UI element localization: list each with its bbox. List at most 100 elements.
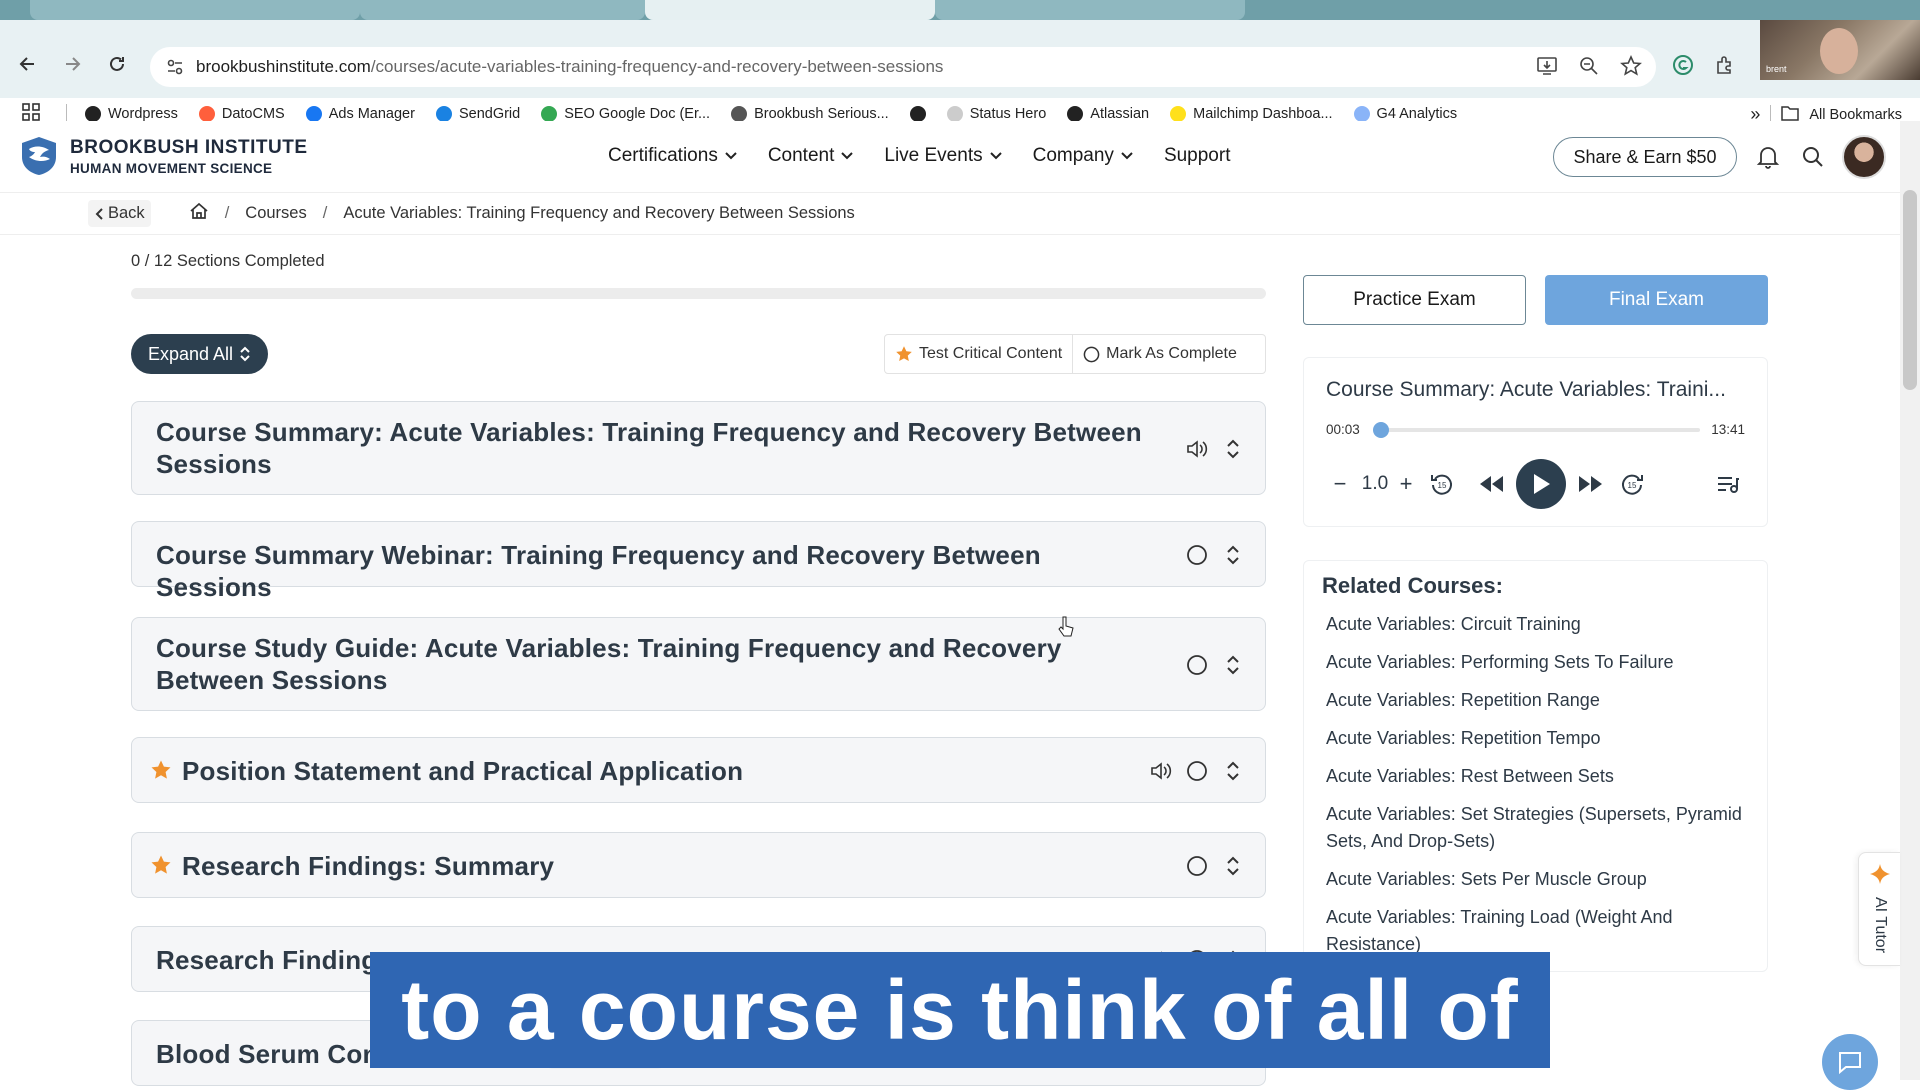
legend-complete-label: Mark As Complete <box>1106 345 1237 362</box>
bookmark-item[interactable] <box>909 106 926 122</box>
course-section[interactable]: Position Statement and Practical Applica… <box>131 737 1266 803</box>
audio-icon[interactable] <box>1185 437 1209 461</box>
ai-tutor-tab[interactable]: AI Tutor <box>1858 852 1900 966</box>
search-icon[interactable] <box>1799 143 1827 171</box>
related-course-link[interactable]: Acute Variables: Rest Between Sets <box>1326 763 1746 790</box>
browser-tab-active[interactable] <box>645 0 935 20</box>
bookmark-item[interactable]: DatoCMS <box>198 106 285 122</box>
bookmark-item[interactable]: Atlassian <box>1067 106 1149 122</box>
speed-decrease-button[interactable]: − <box>1330 471 1350 496</box>
site-settings-icon[interactable] <box>164 56 186 78</box>
ai-tutor-label: AI Tutor <box>1872 897 1889 954</box>
bell-icon[interactable] <box>1754 143 1782 171</box>
chevron-left-icon <box>95 207 103 220</box>
bookmark-item[interactable]: Brookbush Serious... <box>731 106 889 122</box>
legend-critical-label: Test Critical Content <box>919 345 1063 362</box>
video-caption: to a course is think of all of <box>370 952 1550 1068</box>
chevron-up-down-icon[interactable] <box>1221 437 1245 461</box>
course-section[interactable]: Course Summary Webinar: Training Frequen… <box>131 521 1266 602</box>
section-title: Course Summary Webinar: Training Frequen… <box>156 539 1156 603</box>
bookmark-item[interactable]: Status Hero <box>946 106 1046 122</box>
zoom-icon[interactable] <box>1578 55 1600 82</box>
mark-complete-circle-icon[interactable] <box>1185 854 1209 878</box>
nav-certifications[interactable]: Certifications <box>608 145 738 167</box>
mark-complete-circle-icon[interactable] <box>1185 543 1209 567</box>
related-course-link[interactable]: Acute Variables: Sets Per Muscle Group <box>1326 866 1746 893</box>
playlist-icon[interactable] <box>1714 472 1742 496</box>
install-app-icon[interactable] <box>1536 55 1558 82</box>
nav-label: Certifications <box>608 145 718 166</box>
scrollbar-thumb[interactable] <box>1903 190 1917 390</box>
chevron-up-down-icon[interactable] <box>1221 653 1245 677</box>
related-course-link[interactable]: Acute Variables: Training Load (Weight A… <box>1326 904 1746 958</box>
related-course-link[interactable]: Acute Variables: Repetition Tempo <box>1326 725 1746 752</box>
svg-text:15: 15 <box>1438 481 1447 490</box>
skip-forward-icon[interactable] <box>1576 472 1606 496</box>
bookmark-item[interactable]: Wordpress <box>85 106 178 122</box>
mailchimp-icon <box>1170 106 1187 122</box>
browser-tab[interactable] <box>935 0 1245 20</box>
speed-increase-button[interactable]: + <box>1396 471 1416 496</box>
bookmarks-list: Wordpress DatoCMS Ads Manager SendGrid SEO G… <box>85 106 1478 122</box>
section-title: Course Summary: Acute Variables: Trainin… <box>156 416 1156 480</box>
logo-title[interactable]: BROOKBUSH INSTITUTE <box>70 137 308 159</box>
nav-live-events[interactable]: Live Events <box>884 145 1002 167</box>
related-list: Acute Variables: Circuit Training Acute V… <box>1326 611 1746 969</box>
home-icon[interactable] <box>189 202 209 225</box>
bookmark-item[interactable]: SEO Google Doc (Er... <box>541 106 710 122</box>
breadcrumb-courses[interactable]: Courses <box>245 204 306 223</box>
related-course-link[interactable]: Acute Variables: Repetition Range <box>1326 687 1746 714</box>
practice-exam-button[interactable]: Practice Exam <box>1303 275 1526 325</box>
course-section[interactable]: Research Findings: Summary <box>131 832 1266 898</box>
course-section[interactable]: Course Summary: Acute Variables: Trainin… <box>131 401 1266 495</box>
bookmark-item[interactable]: SendGrid <box>435 106 520 122</box>
sendgrid-icon <box>435 106 452 122</box>
progress-bar <box>131 288 1266 299</box>
nav-support[interactable]: Support <box>1164 145 1231 167</box>
browser-tab[interactable] <box>30 0 360 20</box>
forward-15-icon[interactable]: 15 <box>1618 470 1646 498</box>
audio-icon[interactable] <box>1149 759 1173 783</box>
final-exam-button[interactable]: Final Exam <box>1545 275 1768 325</box>
chevron-up-down-icon[interactable] <box>1221 854 1245 878</box>
address-bar[interactable]: brookbushinstitute.com/courses/acute-var… <box>150 47 1656 87</box>
share-earn-button[interactable]: Share & Earn $50 <box>1553 137 1737 177</box>
nav-content[interactable]: Content <box>768 145 855 167</box>
svg-text:15: 15 <box>1628 481 1637 490</box>
nav-label: Content <box>767 145 835 166</box>
seek-handle[interactable] <box>1373 422 1390 438</box>
course-section[interactable]: Course Study Guide: Acute Variables: Tra… <box>131 617 1266 711</box>
related-course-link[interactable]: Acute Variables: Circuit Training <box>1326 611 1746 638</box>
mark-complete-circle-icon[interactable] <box>1185 759 1209 783</box>
chat-button[interactable] <box>1822 1034 1878 1090</box>
mark-complete-circle-icon[interactable] <box>1185 653 1209 677</box>
chevron-up-down-icon[interactable] <box>1221 759 1245 783</box>
back-button[interactable]: Back <box>88 200 151 227</box>
back-arrow-icon[interactable] <box>14 50 42 78</box>
skip-back-icon[interactable] <box>1476 472 1506 496</box>
reload-icon[interactable] <box>103 50 131 78</box>
seek-bar[interactable] <box>1373 422 1700 438</box>
rewind-15-icon[interactable]: 15 <box>1428 470 1456 498</box>
related-course-link[interactable]: Acute Variables: Set Strategies (Superse… <box>1326 801 1746 855</box>
bookmark-item[interactable]: Mailchimp Dashboa... <box>1170 106 1333 122</box>
wordpress-icon <box>85 106 101 122</box>
related-course-link[interactable]: Acute Variables: Performing Sets To Fail… <box>1326 649 1746 676</box>
analytics-icon <box>1353 106 1370 122</box>
user-avatar[interactable] <box>1842 135 1886 179</box>
player-controls: − 1.0 + 15 15 <box>1330 459 1750 509</box>
back-label: Back <box>108 204 145 222</box>
grammarly-icon[interactable] <box>1672 54 1694 81</box>
expand-all-button[interactable]: Expand All <box>131 334 268 374</box>
nav-company[interactable]: Company <box>1033 145 1134 167</box>
section-title-text: Research Findings <box>156 945 393 975</box>
forward-arrow-icon[interactable] <box>58 50 86 78</box>
chevron-up-down-icon[interactable] <box>1221 543 1245 567</box>
bookmark-item[interactable]: G4 Analytics <box>1353 106 1457 122</box>
brookbush-logo-icon[interactable] <box>18 135 60 177</box>
bookmark-star-icon[interactable] <box>1620 55 1642 82</box>
extensions-icon[interactable] <box>1714 54 1736 81</box>
play-button[interactable] <box>1516 459 1566 509</box>
browser-tab[interactable] <box>360 0 645 20</box>
bookmark-item[interactable]: Ads Manager <box>305 106 415 122</box>
